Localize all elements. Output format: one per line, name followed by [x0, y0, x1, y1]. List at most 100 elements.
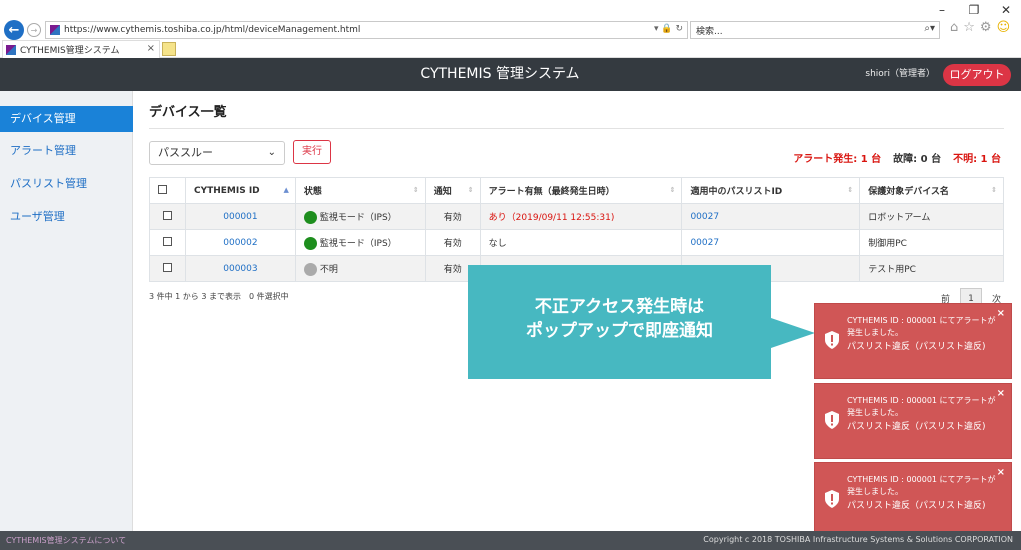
device-name-cell: 制御用PC [859, 229, 1004, 256]
column-header-alert[interactable]: アラート有無（最終発生日時） ⇕ [479, 177, 683, 204]
sort-asc-icon: ▲ [283, 186, 289, 194]
toast-close-icon[interactable]: × [997, 388, 1005, 399]
device-id-link[interactable]: 000001 [184, 203, 296, 230]
sort-icon: ⇕ [669, 186, 676, 194]
sort-icon: ⇕ [467, 186, 474, 194]
device-name-cell: ロボットアーム [859, 203, 1004, 230]
annotation-callout: 不正アクセス発生時は ポップアップで即座通知 [468, 265, 771, 379]
callout-line-1: 不正アクセス発生時は [534, 297, 705, 317]
execute-button[interactable]: 実行 [293, 140, 331, 164]
url-text: https://www.cythemis.toshiba.co.jp/html/… [64, 25, 361, 35]
page-info: 3 件中 1 から 3 まで表示 0 件選択中 [149, 292, 289, 301]
copyright: Copyright c 2018 TOSHIBA Infrastructure … [703, 535, 1013, 544]
status-ok-icon [303, 236, 317, 250]
sidebar-item-passlist-management[interactable]: パスリスト管理 [0, 171, 133, 197]
status-cell: 監視モード（IPS） [294, 203, 426, 230]
status-ok-icon [303, 210, 317, 224]
column-header-notify[interactable]: 通知 ⇕ [424, 177, 481, 204]
row-checkbox[interactable] [162, 236, 172, 246]
tab-close-icon[interactable]: × [147, 43, 155, 54]
sidebar-item-device-management[interactable]: デバイス管理 [0, 106, 133, 132]
fault-count: 故障: 0 台 [893, 154, 942, 165]
alert-toast[interactable]: CYTHEMIS ID : 000001 にてアラートが発生しました。 パスリス… [814, 462, 1012, 538]
toast-detail: パスリスト違反（パスリスト違反) [847, 501, 986, 511]
current-user: shiori（管理者） [865, 69, 935, 79]
browser-tab[interactable]: CYTHEMIS管理システム × [2, 40, 160, 58]
address-bar[interactable]: https://www.cythemis.toshiba.co.jp/html/… [45, 21, 688, 39]
settings-gear-icon[interactable]: ⚙ [980, 20, 992, 35]
home-icon[interactable]: ⌂ [950, 20, 958, 35]
tab-favicon-icon [6, 44, 16, 55]
app-title: CYTHEMIS 管理システム [420, 66, 580, 82]
column-header-device-name[interactable]: 保護対象デバイス名 ⇕ [859, 177, 1004, 204]
search-icon[interactable]: ⌕▾ [924, 23, 935, 34]
sidebar-item-user-management[interactable]: ユーザ管理 [0, 204, 133, 230]
browser-search-placeholder: 検索... [696, 26, 723, 37]
sort-icon: ⇕ [991, 186, 997, 194]
tab-title: CYTHEMIS管理システム [20, 46, 120, 56]
tab-strip: CYTHEMIS管理システム × [0, 40, 1021, 58]
window-controls: – ❐ ✕ [935, 2, 1013, 18]
toast-close-icon[interactable]: × [997, 308, 1005, 319]
site-favicon-icon [50, 25, 60, 35]
back-arrow-icon[interactable]: ← [4, 20, 24, 40]
favorites-star-icon[interactable]: ☆ [963, 20, 975, 35]
select-all-checkbox-cell[interactable] [149, 177, 186, 204]
toast-message: CYTHEMIS ID : 000001 にてアラートが発生しました。 [847, 475, 996, 496]
footer: CYTHEMIS管理システムについて Copyright c 2018 TOSH… [0, 531, 1021, 550]
sidebar-item-alert-management[interactable]: アラート管理 [0, 138, 133, 164]
restore-icon[interactable]: ❐ [967, 2, 981, 18]
alert-toast[interactable]: CYTHEMIS ID : 000001 にてアラートが発生しました。 パスリス… [814, 303, 1012, 379]
about-link[interactable]: CYTHEMIS管理システムについて [6, 535, 126, 546]
browser-search-input[interactable]: 検索... ⌕▾ [690, 21, 940, 39]
column-header-status[interactable]: 状態 ⇕ [294, 177, 426, 204]
sort-icon: ⇕ [847, 186, 854, 194]
feedback-smiley-icon[interactable]: ☺ [997, 20, 1011, 35]
alert-toast[interactable]: CYTHEMIS ID : 000001 にてアラートが発生しました。 パスリス… [814, 383, 1012, 459]
new-tab-button[interactable] [162, 42, 176, 56]
column-header-cythemis-id[interactable]: CYTHEMIS ID ▲ [184, 177, 296, 204]
column-header-passlist[interactable]: 適用中のパスリストID ⇕ [681, 177, 861, 204]
shield-alert-icon [825, 331, 839, 349]
sort-icon: ⇕ [412, 186, 419, 194]
address-row: ← → https://www.cythemis.toshiba.co.jp/h… [0, 20, 1021, 40]
table-row[interactable]: 000002 監視モード（IPS） 有効 なし 00027 制御用PC [149, 229, 1004, 256]
device-stats: アラート発生: 1 台 故障: 0 台 不明: 1 台 [793, 150, 1001, 165]
alert-cell: あり（2019/09/11 12:55:31) [479, 203, 683, 230]
action-select[interactable]: パススルー ⌄ [149, 141, 285, 165]
row-checkbox[interactable] [162, 210, 172, 220]
sidebar: デバイス管理 アラート管理 パスリスト管理 ユーザ管理 [0, 91, 133, 531]
toast-message: CYTHEMIS ID : 000001 にてアラートが発生しました。 [847, 316, 996, 337]
row-checkbox[interactable] [162, 262, 172, 272]
status-cell: 不明 [294, 255, 426, 282]
toast-detail: パスリスト違反（パスリスト違反) [847, 422, 986, 432]
browser-toolbar-icons: ⌂ ☆ ⚙ ☺ [950, 20, 1010, 35]
row-checkbox-cell[interactable] [149, 229, 186, 256]
select-all-checkbox[interactable] [158, 184, 167, 194]
browser-chrome: – ❐ ✕ ← → https://www.cythemis.toshiba.c… [0, 0, 1021, 58]
callout-line-2: ポップアップで即座通知 [526, 321, 713, 341]
page-title: デバイス一覧 [149, 105, 227, 120]
status-unknown-icon [303, 262, 317, 276]
forward-arrow-icon[interactable]: → [27, 23, 41, 37]
row-checkbox-cell[interactable] [149, 203, 186, 230]
alert-cell: なし [479, 229, 683, 256]
notify-cell: 有効 [424, 229, 481, 256]
close-icon[interactable]: ✕ [999, 2, 1013, 18]
toast-message: CYTHEMIS ID : 000001 にてアラートが発生しました。 [847, 396, 996, 417]
device-id-link[interactable]: 000002 [184, 229, 296, 256]
title-divider [149, 128, 1004, 129]
table-row[interactable]: 000001 監視モード（IPS） 有効 あり（2019/09/11 12:55… [149, 203, 1004, 230]
passlist-link[interactable]: 00027 [681, 229, 861, 256]
passlist-link[interactable]: 00027 [681, 203, 861, 230]
device-id-link[interactable]: 000003 [184, 255, 296, 282]
shield-alert-icon [825, 411, 839, 429]
logout-button[interactable]: ログアウト [943, 64, 1011, 86]
row-checkbox-cell[interactable] [149, 255, 186, 282]
alert-count: アラート発生: 1 台 [793, 154, 882, 165]
url-tools-icon[interactable]: ▾ 🔒 ↻ [654, 24, 683, 34]
device-name-cell: テスト用PC [859, 255, 1004, 282]
toast-close-icon[interactable]: × [997, 467, 1005, 478]
minimize-icon[interactable]: – [935, 2, 949, 18]
unknown-count: 不明: 1 台 [953, 154, 1001, 165]
